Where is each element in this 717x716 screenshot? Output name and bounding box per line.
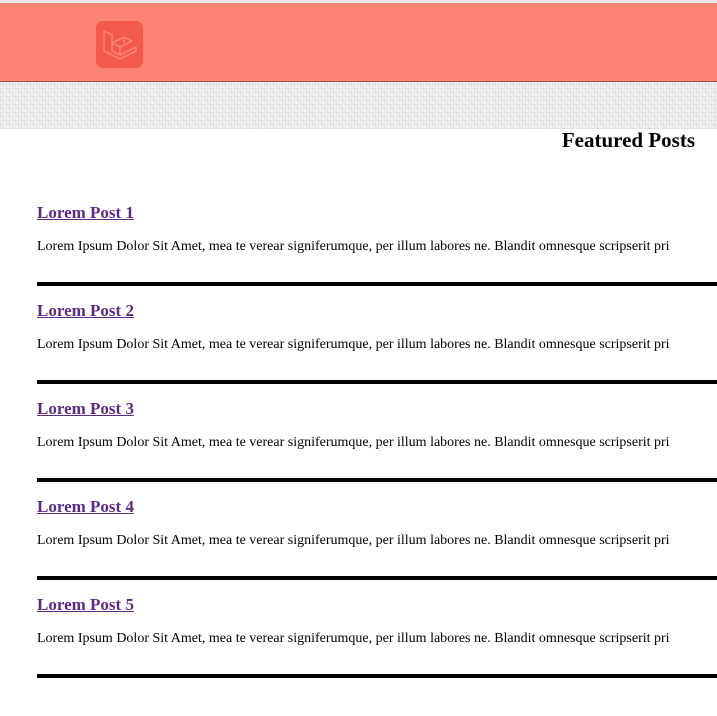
section-title: Featured Posts [561, 128, 695, 152]
post-item: Lorem Post 5 Lorem Ipsum Dolor Sit Amet,… [37, 592, 717, 678]
post-excerpt: Lorem Ipsum Dolor Sit Amet, mea te verea… [37, 239, 670, 254]
post-title-link[interactable]: Lorem Post 1 [37, 203, 134, 223]
posts-list: Lorem Post 1 Lorem Ipsum Dolor Sit Amet,… [37, 200, 717, 690]
post-excerpt: Lorem Ipsum Dolor Sit Amet, mea te verea… [37, 533, 670, 548]
site-header [0, 3, 717, 82]
post-item: Lorem Post 1 Lorem Ipsum Dolor Sit Amet,… [37, 200, 717, 286]
post-excerpt: Lorem Ipsum Dolor Sit Amet, mea te verea… [37, 337, 670, 352]
laravel-logo-icon [103, 30, 137, 60]
post-title-link[interactable]: Lorem Post 2 [37, 301, 134, 321]
post-item: Lorem Post 3 Lorem Ipsum Dolor Sit Amet,… [37, 396, 717, 482]
textured-banner [0, 82, 717, 129]
post-title-link[interactable]: Lorem Post 3 [37, 399, 134, 419]
post-excerpt: Lorem Ipsum Dolor Sit Amet, mea te verea… [37, 631, 670, 646]
post-title-link[interactable]: Lorem Post 4 [37, 497, 134, 517]
post-title-link[interactable]: Lorem Post 5 [37, 595, 134, 615]
logo-link[interactable] [96, 21, 143, 68]
post-item: Lorem Post 2 Lorem Ipsum Dolor Sit Amet,… [37, 298, 717, 384]
post-item: Lorem Post 4 Lorem Ipsum Dolor Sit Amet,… [37, 494, 717, 580]
post-excerpt: Lorem Ipsum Dolor Sit Amet, mea te verea… [37, 435, 670, 450]
